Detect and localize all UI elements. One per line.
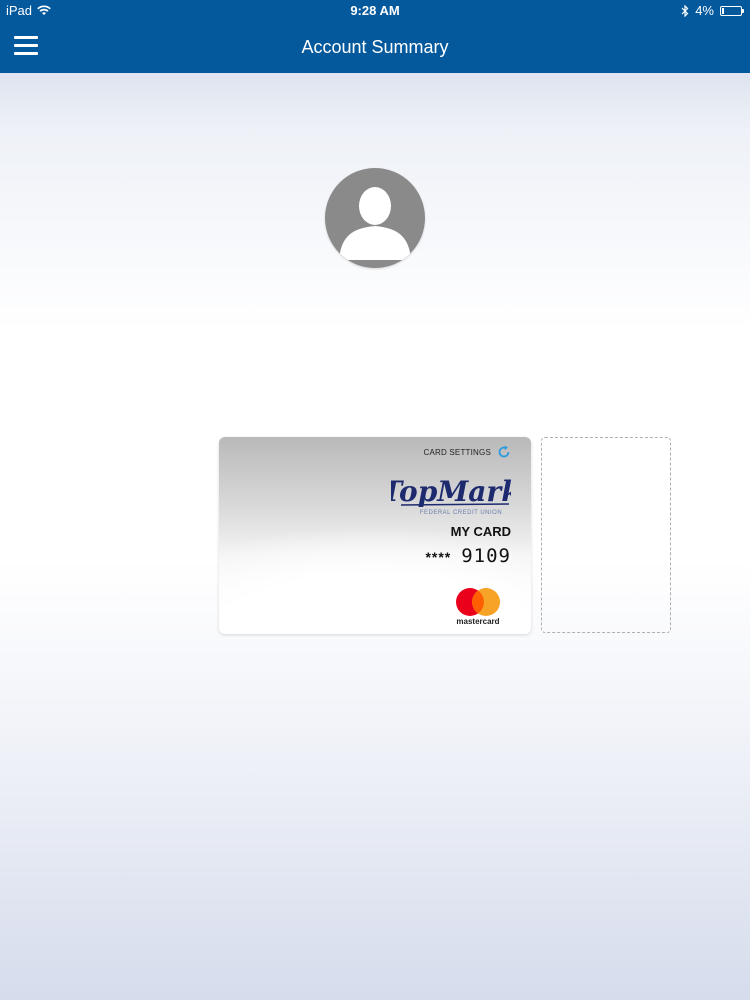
card-last-four: 9109 [461,545,511,567]
topmark-logo: TopMark FEDERAL CREDIT UNION [391,475,511,516]
avatar[interactable] [325,168,425,268]
credit-card[interactable]: CARD SETTINGS TopMark FEDERAL CREDIT UNI… [219,437,531,634]
battery-icon [720,5,744,16]
add-card-placeholder[interactable] [541,437,671,633]
bluetooth-icon [681,4,689,17]
brand-subtitle: FEDERAL CREDIT UNION [420,510,502,516]
brand-name: TopMark [391,475,511,508]
mastercard-wordmark: mastercard [456,617,500,626]
card-settings-label: CARD SETTINGS [423,447,491,457]
status-bar: iPad 9:28 AM 4% [0,0,750,20]
page-title: Account Summary [301,37,449,57]
mastercard-logo: mastercard [451,587,505,627]
battery-percent: 4% [695,3,714,18]
card-number-mask: **** [425,549,452,565]
card-name: MY CARD [450,524,511,539]
user-placeholder-icon [339,187,411,260]
app-header: iPad 9:28 AM 4% Account Summary [0,0,750,73]
card-number: **** 9109 [425,545,511,567]
refresh-icon [498,445,510,458]
card-settings-button[interactable]: CARD SETTINGS [424,445,512,459]
nav-bar: Account Summary [0,20,750,73]
status-time: 9:28 AM [350,3,400,18]
